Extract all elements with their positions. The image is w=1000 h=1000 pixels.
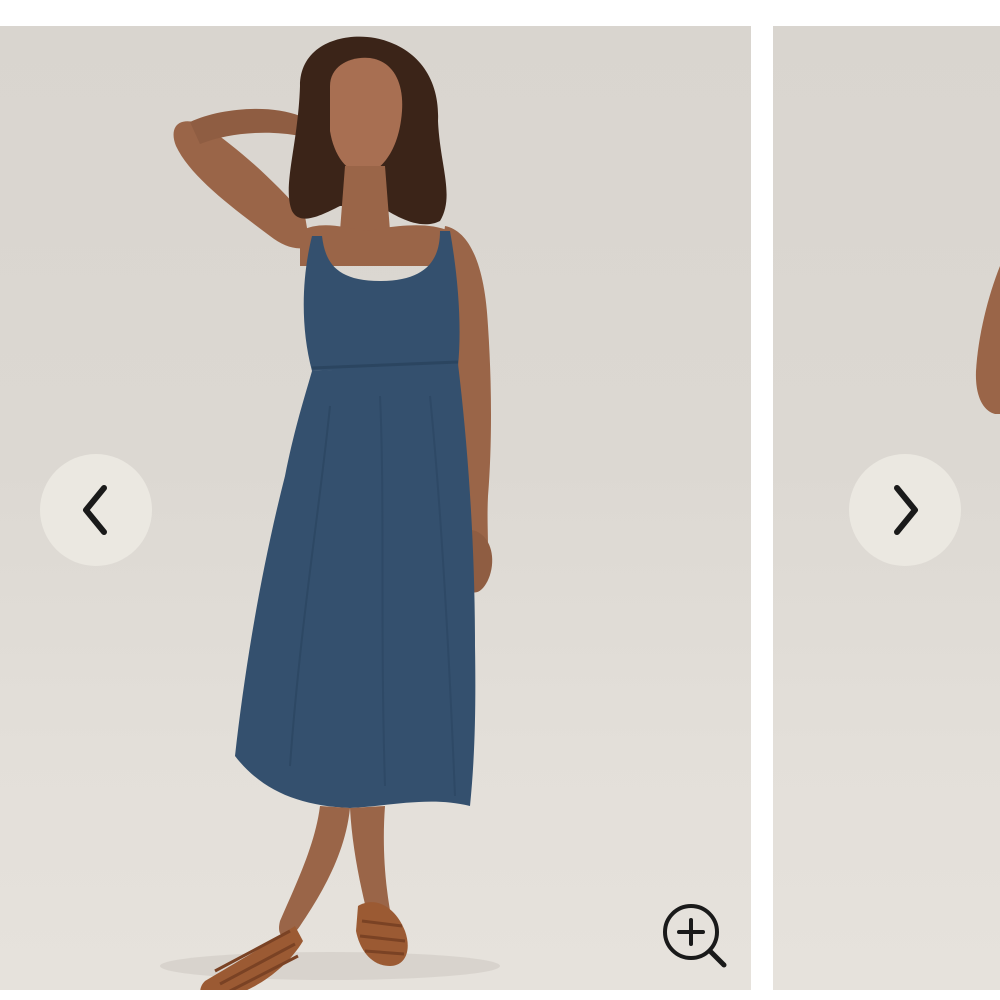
zoom-in-icon bbox=[663, 904, 727, 968]
next-image-button[interactable] bbox=[849, 454, 961, 566]
previous-image-button[interactable] bbox=[40, 454, 152, 566]
chevron-right-icon bbox=[894, 485, 918, 535]
product-image-gallery bbox=[0, 0, 1000, 1000]
zoom-button[interactable] bbox=[660, 902, 730, 968]
chevron-left-icon bbox=[83, 485, 107, 535]
